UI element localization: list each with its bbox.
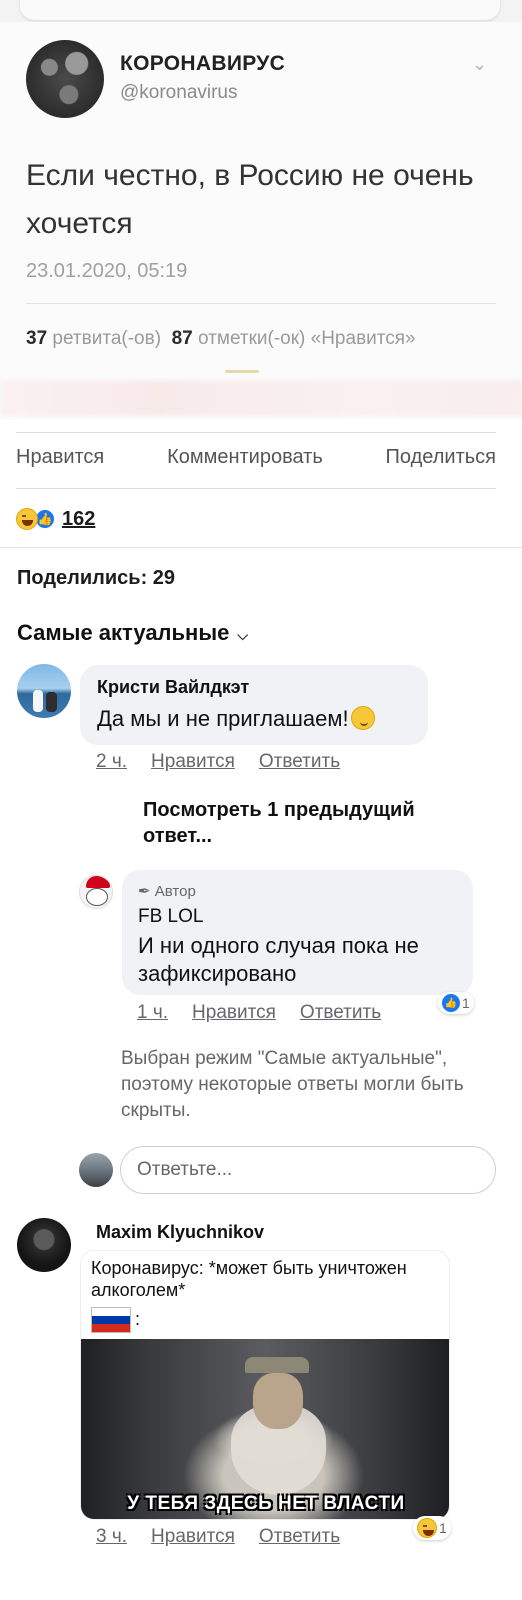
divider xyxy=(16,488,496,489)
loading-indicator xyxy=(225,370,259,373)
retweets-label: ретвита(-ов) xyxy=(52,328,162,349)
comment-like-button[interactable]: Нравится xyxy=(151,1526,235,1548)
sort-label: Самые актуальные xyxy=(17,620,230,645)
comment-reaction-badge[interactable]: 👍 1 xyxy=(438,992,474,1014)
top-strip xyxy=(0,0,522,22)
author-badge: ✒ Автор xyxy=(138,882,196,900)
share-button[interactable]: Поделиться xyxy=(386,446,496,474)
comment-actions: 3 ч. Нравится Ответить xyxy=(96,1526,340,1548)
comment-time[interactable]: 2 ч. xyxy=(96,751,127,773)
reply-bubble: ✒ Автор FB LOL И ни одного случая пока н… xyxy=(122,870,473,995)
comment-author[interactable]: Кристи Вайлдкэт xyxy=(97,677,249,698)
tweet-avatar xyxy=(26,40,104,118)
avatar[interactable] xyxy=(17,1218,71,1272)
meme-caption: Коронавирус: *может быть уничтожен алког… xyxy=(91,1258,407,1300)
blurred-strip xyxy=(0,380,522,416)
russia-flag-icon xyxy=(91,1307,131,1333)
pencil-icon: ✒ xyxy=(138,883,151,900)
comment-bubble: Кристи Вайлдкэт Да мы и не приглашаем! xyxy=(80,665,428,745)
comment-reply-button[interactable]: Ответить xyxy=(300,1002,381,1024)
tweet-author-name: КОРОНАВИРУС xyxy=(120,52,286,75)
tweet-date: 23.01.2020, 05:19 xyxy=(26,260,188,282)
comment-reply-button[interactable]: Ответить xyxy=(259,1526,340,1548)
comment-button[interactable]: Комментировать xyxy=(167,446,323,474)
reaction-count: 1 xyxy=(439,1520,447,1536)
divider xyxy=(16,432,496,433)
meme-subtitle: У ТЕБЯ ЗДЕСЬ НЕТ ВЛАСТИ xyxy=(127,1493,405,1514)
shares-count[interactable]: Поделились: 29 xyxy=(17,567,175,590)
comment-text-wrap: Да мы и не приглашаем! xyxy=(97,705,375,733)
view-previous-replies-link[interactable]: Посмотреть 1 предыдущий ответ... xyxy=(143,797,473,849)
meme-image[interactable]: Коронавирус: *может быть уничтожен алког… xyxy=(80,1250,450,1520)
avatar[interactable] xyxy=(79,875,113,909)
avatar[interactable] xyxy=(17,664,71,718)
laugh-reaction-icon xyxy=(16,508,38,530)
comment-author[interactable]: Maxim Klyuchnikov xyxy=(96,1222,264,1243)
retweets-count: 37 xyxy=(26,328,48,349)
comment-text: Да мы и не приглашаем! xyxy=(97,706,349,731)
laugh-reaction-icon xyxy=(417,1518,437,1538)
author-badge-label: Автор xyxy=(154,883,196,900)
avatar xyxy=(79,1153,113,1187)
comment-reaction-badge[interactable]: 1 xyxy=(413,1516,451,1540)
comment-text: И ни одного случая пока не зафиксировано xyxy=(138,933,419,986)
like-button[interactable]: Нравится xyxy=(16,446,104,474)
comment-sort-dropdown[interactable]: Самые актуальные ⌵ xyxy=(17,620,248,646)
reaction-count: 1 xyxy=(462,995,470,1011)
chevron-down-icon: ⌵ xyxy=(237,627,248,643)
reply-input[interactable] xyxy=(120,1146,496,1194)
meme-picture: У ТЕБЯ ЗДЕСЬ НЕТ ВЛАСТИ xyxy=(81,1339,449,1519)
tweet-author-handle: @koronavirus xyxy=(120,82,238,103)
comment-author[interactable]: FB LOL xyxy=(138,906,203,928)
comment-time[interactable]: 3 ч. xyxy=(96,1526,127,1548)
comment-reply-button[interactable]: Ответить xyxy=(259,751,340,773)
sort-mode-note: Выбран режим "Самые актуальные", поэтому… xyxy=(121,1048,464,1121)
reaction-count[interactable]: 162 xyxy=(62,508,95,531)
post-action-bar: Нравится Комментировать Поделиться xyxy=(16,446,496,474)
divider xyxy=(26,303,496,304)
comment-like-button[interactable]: Нравится xyxy=(151,751,235,773)
reactions-summary[interactable]: 👍 162 xyxy=(16,506,95,532)
comment-actions: 2 ч. Нравится Ответить xyxy=(96,751,340,773)
wink-emoji-icon xyxy=(350,706,375,730)
comment-actions: 1 ч. Нравится Ответить xyxy=(137,1002,381,1024)
likes-label: отметки(-ок) «Нравится» xyxy=(198,328,416,349)
chevron-down-icon: ⌄ xyxy=(472,54,488,74)
meme-colon: : xyxy=(135,1309,141,1329)
tweet-stats: 37 ретвита(-ов) 87 отметки(-ок) «Нравитс… xyxy=(26,328,522,350)
like-reaction-icon: 👍 xyxy=(442,994,460,1012)
divider xyxy=(0,547,522,548)
tweet-text: Если честно, в Россию не очень хочется xyxy=(26,159,474,240)
likes-count: 87 xyxy=(171,328,193,349)
comment-time[interactable]: 1 ч. xyxy=(137,1002,168,1024)
comment-like-button[interactable]: Нравится xyxy=(192,1002,276,1024)
